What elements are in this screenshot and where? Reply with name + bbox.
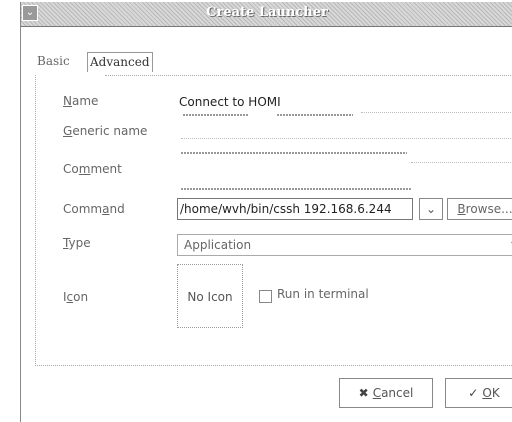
run-in-terminal-label[interactable]: Run in terminal [277,287,369,301]
field-underline [181,138,511,139]
ok-icon: ✓ [468,386,479,400]
comment-label: Comment [63,162,122,176]
command-label: Command [63,202,125,216]
advanced-panel [35,75,512,366]
type-value: Application [184,238,252,252]
type-label: Type [63,236,91,250]
cancel-icon: ✖ [358,386,369,400]
name-field[interactable]: Connect to HOMI [177,92,512,112]
command-field[interactable]: /home/wvh/bin/cssh 192.168.6.244 [177,198,413,220]
command-dropdown[interactable]: ⌄ [419,198,443,220]
field-underline [361,112,511,113]
chevron-down-icon: ⌄ [425,202,437,216]
tab-advanced[interactable]: Advanced [87,52,153,72]
generic-name-label: Generic name [63,124,148,138]
browse-button[interactable]: Browse... [447,198,512,220]
type-combo[interactable]: Application ▾ [177,234,512,256]
spell-underline [183,114,249,116]
spell-underline [181,152,407,154]
window-title: Create Launcher [206,5,328,20]
create-launcher-dialog: ⌄ Create Launcher Basic Advanced Name Co… [20,2,512,422]
icon-label: Icon [63,290,89,304]
cancel-button[interactable]: ✖ Cancel [339,378,433,408]
tab-basic[interactable]: Basic [35,52,72,71]
field-underline [411,162,511,163]
spell-underline [277,114,353,116]
icon-button[interactable]: No Icon [177,264,243,328]
spell-underline [181,188,411,190]
name-label: Name [63,94,99,108]
title-bar[interactable]: ⌄ Create Launcher [21,2,512,27]
run-in-terminal-checkbox[interactable] [259,290,272,303]
ok-button[interactable]: ✓ OK [445,378,512,408]
